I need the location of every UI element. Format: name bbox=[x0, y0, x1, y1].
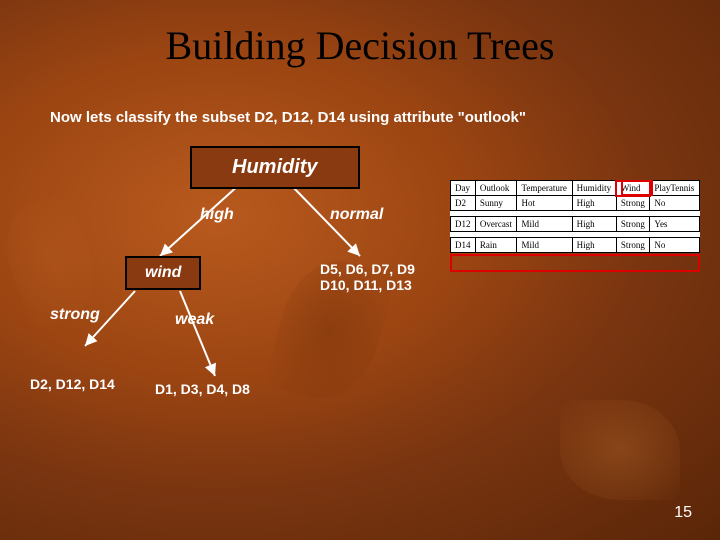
leaf-weak: D1, D3, D4, D8 bbox=[155, 381, 250, 397]
leaf-normal-line2: D10, D11, D13 bbox=[320, 277, 415, 293]
table-header: Wind bbox=[616, 181, 650, 196]
slide-number: 15 bbox=[674, 504, 692, 522]
table-cell: Mild bbox=[517, 238, 572, 253]
subtitle-attr: "outlook" bbox=[458, 109, 526, 126]
table-cell: Overcast bbox=[475, 217, 517, 232]
table-header: PlayTennis bbox=[650, 181, 700, 196]
table-cell: D14 bbox=[451, 238, 476, 253]
table-header: Day bbox=[451, 181, 476, 196]
leaf-strong: D2, D12, D14 bbox=[30, 376, 115, 392]
subtitle-text: Now lets classify the subset D2, D12, D1… bbox=[50, 109, 458, 126]
table-cell: D2 bbox=[451, 196, 476, 211]
table-header: Humidity bbox=[572, 181, 616, 196]
table-cell: No bbox=[650, 196, 700, 211]
table-cell: Sunny bbox=[475, 196, 517, 211]
leaf-normal: D5, D6, D7, D9 D10, D11, D13 bbox=[320, 261, 415, 293]
table-cell: Strong bbox=[616, 196, 650, 211]
decision-tree: Humidity high normal D5, D6, D7, D9 D10,… bbox=[30, 146, 450, 466]
table-header-row: DayOutlookTemperatureHumidityWindPlayTen… bbox=[451, 181, 700, 196]
edge-high: high bbox=[200, 206, 234, 224]
table-cell: Strong bbox=[616, 238, 650, 253]
edge-weak: weak bbox=[175, 311, 214, 329]
table-header: Outlook bbox=[475, 181, 517, 196]
node-humidity: Humidity bbox=[190, 146, 360, 189]
table-row: D12OvercastMildHighStrongYes bbox=[451, 217, 700, 232]
table-cell: Rain bbox=[475, 238, 517, 253]
table-cell: No bbox=[650, 238, 700, 253]
table-cell: D12 bbox=[451, 217, 476, 232]
leaf-normal-line1: D5, D6, D7, D9 bbox=[320, 261, 415, 277]
table-cell: High bbox=[572, 238, 616, 253]
table-header: Temperature bbox=[517, 181, 572, 196]
edge-strong: strong bbox=[50, 306, 100, 324]
table-cell: High bbox=[572, 217, 616, 232]
table-cell: Hot bbox=[517, 196, 572, 211]
table-cell: High bbox=[572, 196, 616, 211]
table-body: D2SunnyHotHighStrongNoD12OvercastMildHig… bbox=[451, 196, 700, 253]
last-row-highlight bbox=[450, 254, 700, 272]
node-wind: wind bbox=[125, 256, 201, 290]
table-row: D14RainMildHighStrongNo bbox=[451, 238, 700, 253]
table-row: D2SunnyHotHighStrongNo bbox=[451, 196, 700, 211]
data-table: DayOutlookTemperatureHumidityWindPlayTen… bbox=[450, 180, 700, 253]
slide-title: Building Decision Trees bbox=[0, 0, 720, 69]
edge-normal: normal bbox=[330, 206, 383, 224]
table-cell: Mild bbox=[517, 217, 572, 232]
table-cell: Strong bbox=[616, 217, 650, 232]
table-cell: Yes bbox=[650, 217, 700, 232]
slide-subtitle: Now lets classify the subset D2, D12, D1… bbox=[50, 109, 720, 126]
